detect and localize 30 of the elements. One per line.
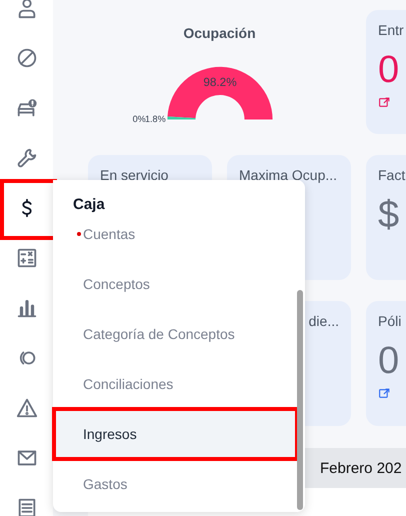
card-title: Entr: [378, 22, 404, 38]
submenu-title: Caja: [73, 196, 105, 213]
open-link-icon[interactable]: [378, 96, 391, 109]
card-value: 0: [378, 339, 400, 383]
menu-item[interactable]: Gastos: [53, 459, 297, 509]
bar-chart-icon[interactable]: [16, 297, 38, 319]
card-title: Fact: [378, 167, 406, 183]
data-label: 0%: [132, 114, 146, 124]
month-label: Febrero 202: [320, 460, 402, 476]
open-link-icon[interactable]: [378, 387, 391, 400]
data-label: 1.8%: [144, 114, 166, 124]
card-value: $: [378, 193, 400, 237]
scrollbar-thumb[interactable]: [297, 290, 303, 510]
car-alert-icon[interactable]: [16, 97, 38, 119]
card-title: Póli: [378, 313, 402, 329]
chart-title: Ocupación: [183, 25, 256, 41]
menu-item[interactable]: Conceptos: [53, 259, 297, 309]
card-title: die...: [308, 313, 339, 329]
wrench-icon[interactable]: [16, 147, 38, 169]
list-icon[interactable]: [16, 497, 38, 516]
card-title: En servicio: [100, 167, 168, 183]
data-label: 98.2%: [202, 76, 236, 89]
ban-icon[interactable]: [16, 47, 38, 69]
menu-item[interactable]: Categoría de Conceptos: [53, 309, 297, 359]
menu-item[interactable]: Ingresos: [54, 409, 297, 459]
warning-icon[interactable]: [16, 397, 38, 419]
menu-item[interactable]: Conciliaciones: [53, 359, 297, 409]
card-title: Maxima Ocup...: [239, 167, 338, 183]
card-value: 0: [378, 48, 400, 92]
calculator-icon[interactable]: [16, 247, 38, 269]
